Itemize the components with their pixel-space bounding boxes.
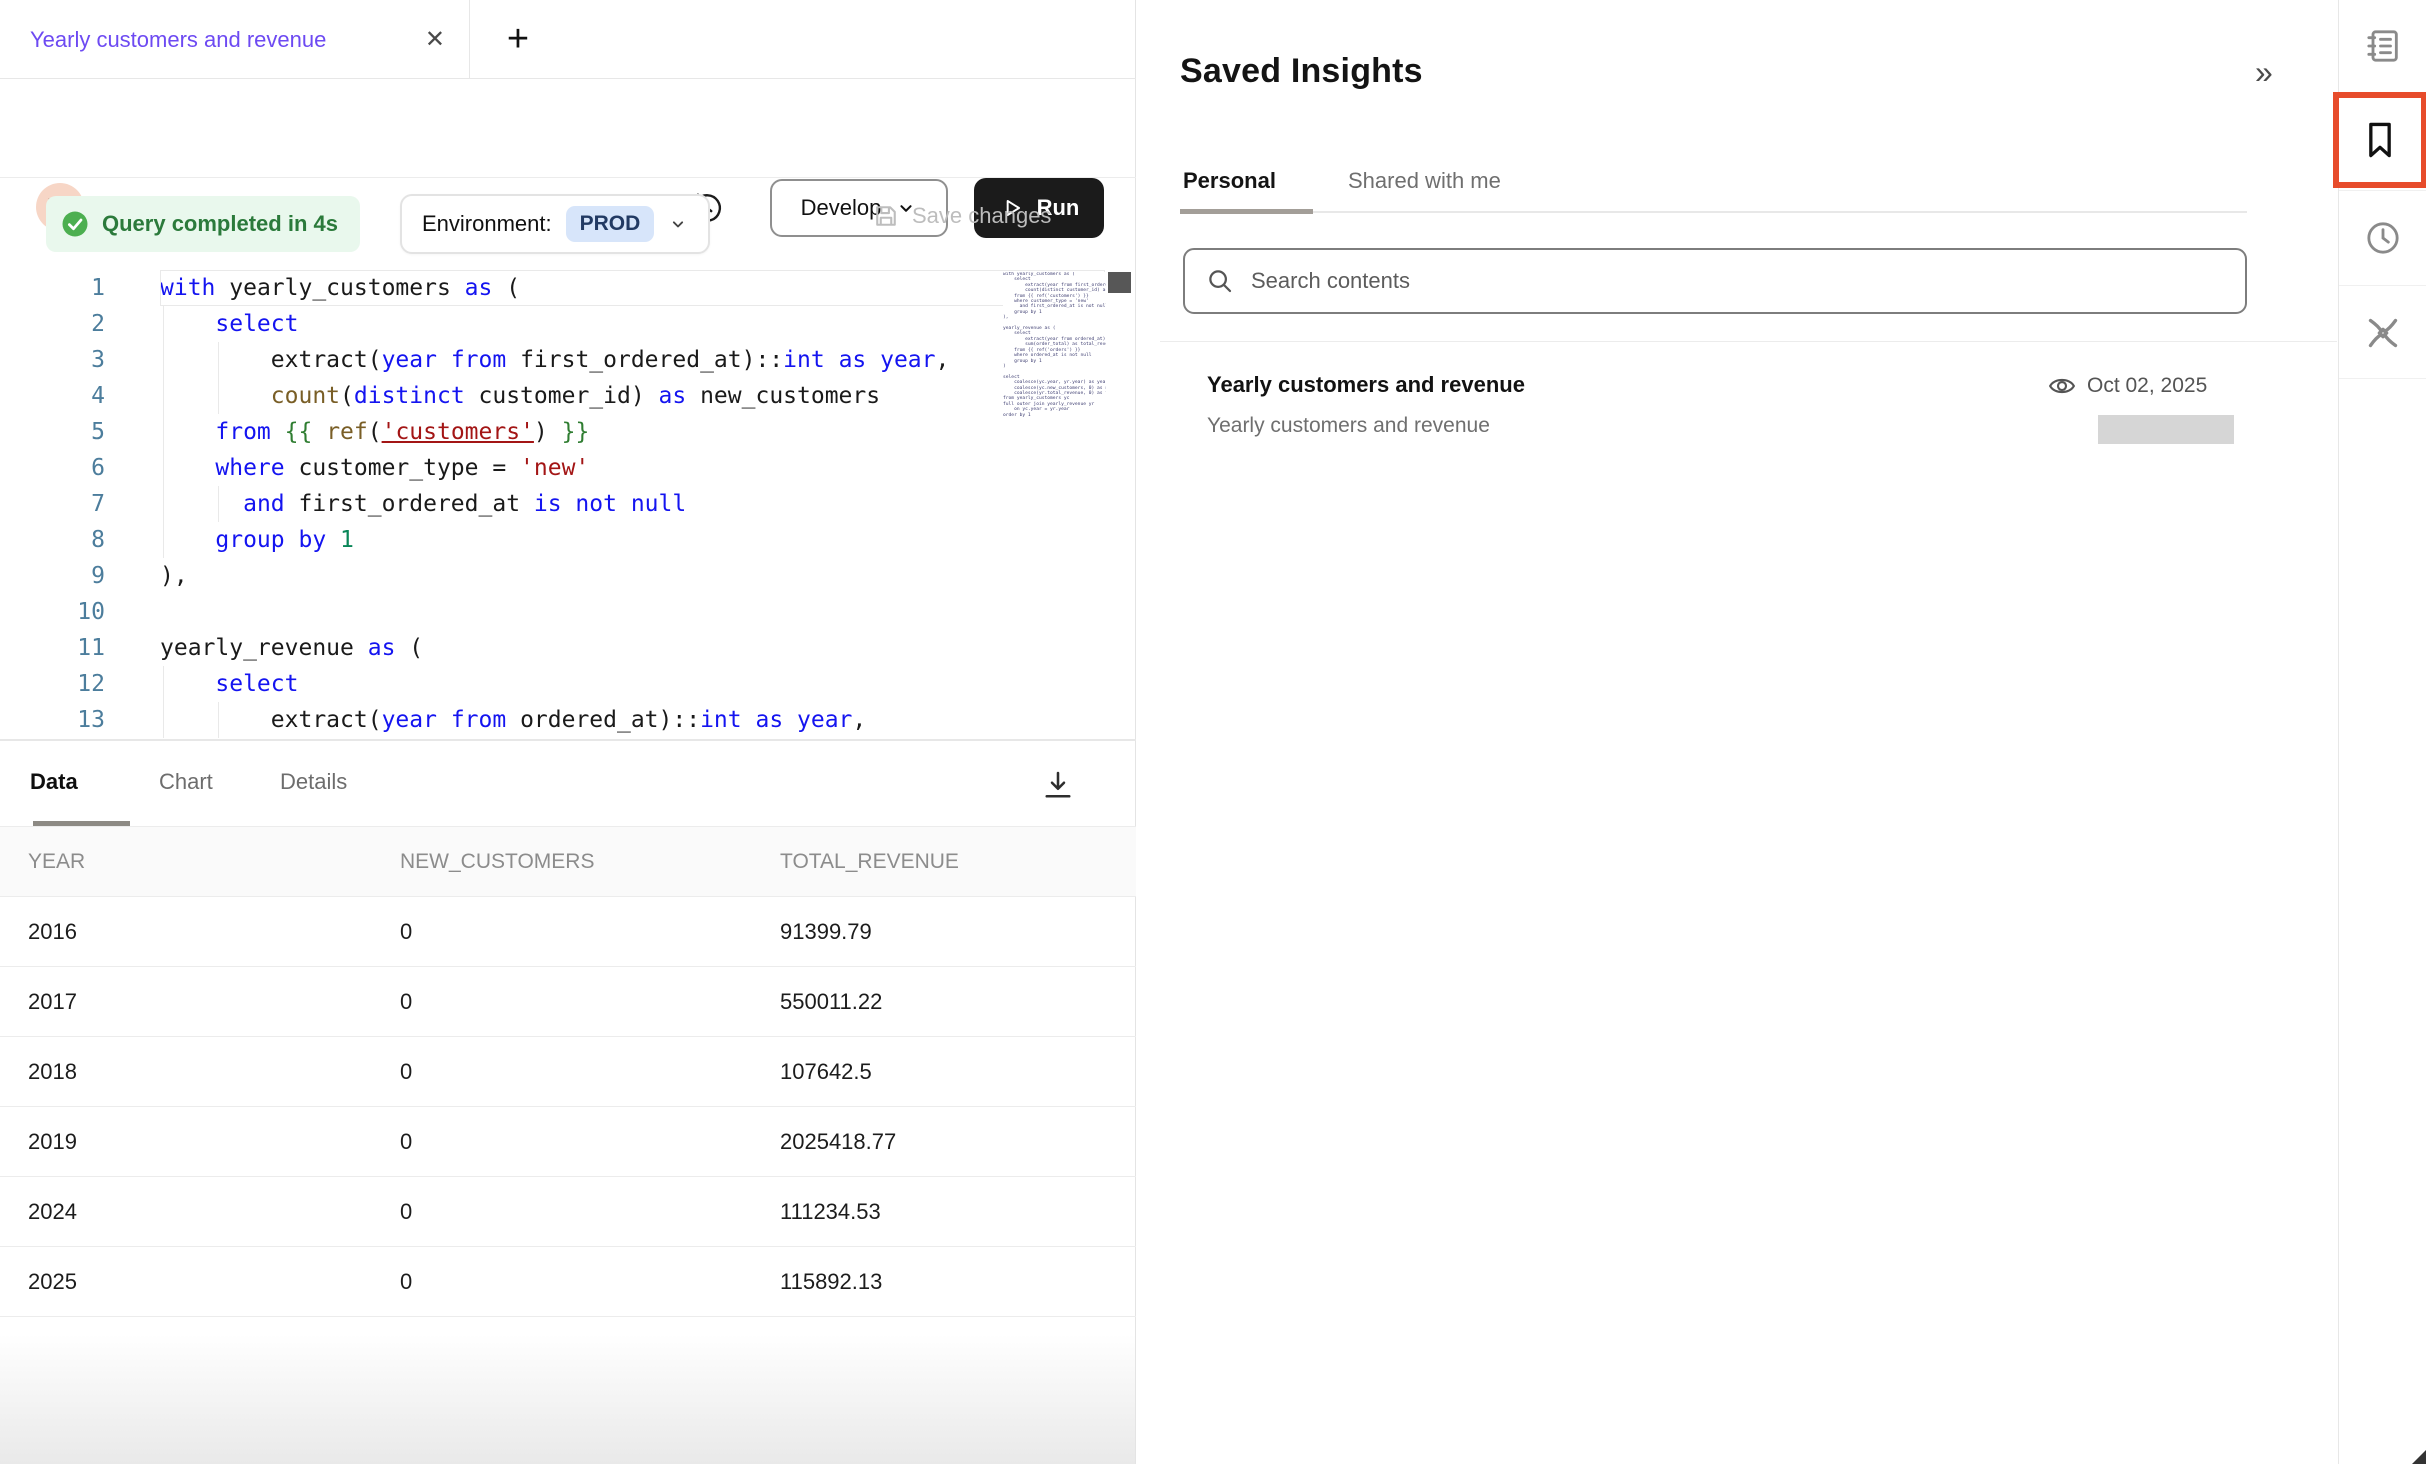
tab-yearly-customers[interactable]: Yearly customers and revenue ✕ bbox=[0, 0, 470, 79]
tab-shared-with-me[interactable]: Shared with me bbox=[1348, 168, 1501, 194]
active-tab-underline bbox=[1180, 209, 1313, 214]
results-body: 2016091399.7920170550011.2220180107642.5… bbox=[0, 897, 1136, 1317]
bookmark-icon bbox=[2358, 118, 2402, 162]
insight-item-meta: Oct 02, 2025 bbox=[2047, 371, 2207, 401]
search-box bbox=[1183, 248, 2247, 314]
environment-value-badge: PROD bbox=[566, 206, 655, 242]
check-circle-icon bbox=[60, 209, 90, 239]
new-tab-button[interactable]: + bbox=[486, 0, 550, 79]
table-row: 20240111234.53 bbox=[0, 1177, 1136, 1247]
plus-icon: + bbox=[507, 18, 529, 61]
right-icon-rail bbox=[2338, 0, 2426, 1464]
app-window: Yearly customers and revenue ✕ + BL Your… bbox=[0, 0, 2426, 1464]
column-header: NEW_CUSTOMERS bbox=[372, 827, 752, 897]
panel-title: Saved Insights bbox=[1180, 52, 1423, 91]
bottom-fade bbox=[0, 1334, 1135, 1464]
loading-skeleton bbox=[2098, 415, 2234, 444]
query-pane: Yearly customers and revenue ✕ + BL Your… bbox=[0, 0, 1136, 1464]
tab-label: Yearly customers and revenue bbox=[30, 27, 411, 53]
table-row: 20250115892.13 bbox=[0, 1247, 1136, 1317]
history-clock-icon[interactable] bbox=[2363, 218, 2403, 258]
sql-editor[interactable]: 1with yearly_customers as (2 select3 ext… bbox=[0, 270, 1136, 740]
tab-details[interactable]: Details bbox=[280, 769, 347, 795]
results-header-row: YEARNEW_CUSTOMERSTOTAL_REVENUE bbox=[0, 827, 1136, 897]
table-row: 2016091399.79 bbox=[0, 897, 1136, 967]
list-divider bbox=[1160, 341, 2337, 342]
table-row: 201902025418.77 bbox=[0, 1107, 1136, 1177]
bookmarks-tab-active[interactable] bbox=[2333, 92, 2426, 188]
pinwheel-icon[interactable] bbox=[2363, 313, 2403, 353]
status-row: Query completed in 4s Environment: PROD … bbox=[0, 178, 1136, 270]
close-icon[interactable]: ✕ bbox=[411, 25, 445, 54]
saved-insight-item[interactable]: Yearly customers and revenue Yearly cust… bbox=[1137, 360, 2337, 470]
eye-icon bbox=[2047, 371, 2077, 401]
collapse-panel-icon[interactable]: » bbox=[2255, 54, 2273, 91]
search-input[interactable] bbox=[1251, 268, 2151, 294]
tab-personal[interactable]: Personal bbox=[1183, 168, 1276, 194]
resize-corner[interactable] bbox=[2412, 1450, 2426, 1464]
saved-insights-panel: Saved Insights » Personal Shared with me… bbox=[1137, 0, 2337, 1464]
insight-item-subtitle: Yearly customers and revenue bbox=[1207, 414, 1490, 438]
query-status-badge: Query completed in 4s bbox=[46, 196, 360, 252]
tab-chart[interactable]: Chart bbox=[159, 769, 213, 795]
editor-scrollbar-thumb[interactable] bbox=[1108, 272, 1131, 293]
insight-item-title: Yearly customers and revenue bbox=[1207, 372, 1525, 398]
results-tab-bar: Data Chart Details bbox=[0, 740, 1136, 826]
chevron-down-icon bbox=[668, 214, 688, 234]
notebook-icon[interactable] bbox=[2363, 26, 2403, 66]
column-header: TOTAL_REVENUE bbox=[752, 827, 1136, 897]
save-changes-label: Save changes bbox=[912, 203, 1051, 229]
code-lines: 1with yearly_customers as (2 select3 ext… bbox=[0, 270, 1136, 738]
query-status-text: Query completed in 4s bbox=[102, 211, 338, 237]
tab-data[interactable]: Data bbox=[30, 769, 78, 795]
minimap[interactable]: with yearly_customers as ( select extrac… bbox=[1003, 272, 1106, 738]
results-table: YEARNEW_CUSTOMERSTOTAL_REVENUE 201609139… bbox=[0, 826, 1136, 1317]
column-header: YEAR bbox=[0, 827, 372, 897]
insight-item-date: Oct 02, 2025 bbox=[2087, 374, 2207, 398]
download-icon[interactable] bbox=[1040, 767, 1076, 803]
environment-selector[interactable]: Environment: PROD bbox=[400, 194, 710, 254]
environment-label: Environment: bbox=[422, 211, 552, 237]
search-icon bbox=[1205, 266, 1235, 296]
insight-toolbar: BL Your saved insight Develop bbox=[0, 79, 1136, 178]
tab-bar: Yearly customers and revenue ✕ + bbox=[0, 0, 1136, 79]
tabs-divider bbox=[1180, 211, 2247, 213]
floppy-disk-icon bbox=[872, 202, 900, 230]
table-row: 20170550011.22 bbox=[0, 967, 1136, 1037]
save-changes-button[interactable]: Save changes bbox=[872, 202, 1051, 230]
table-row: 20180107642.5 bbox=[0, 1037, 1136, 1107]
